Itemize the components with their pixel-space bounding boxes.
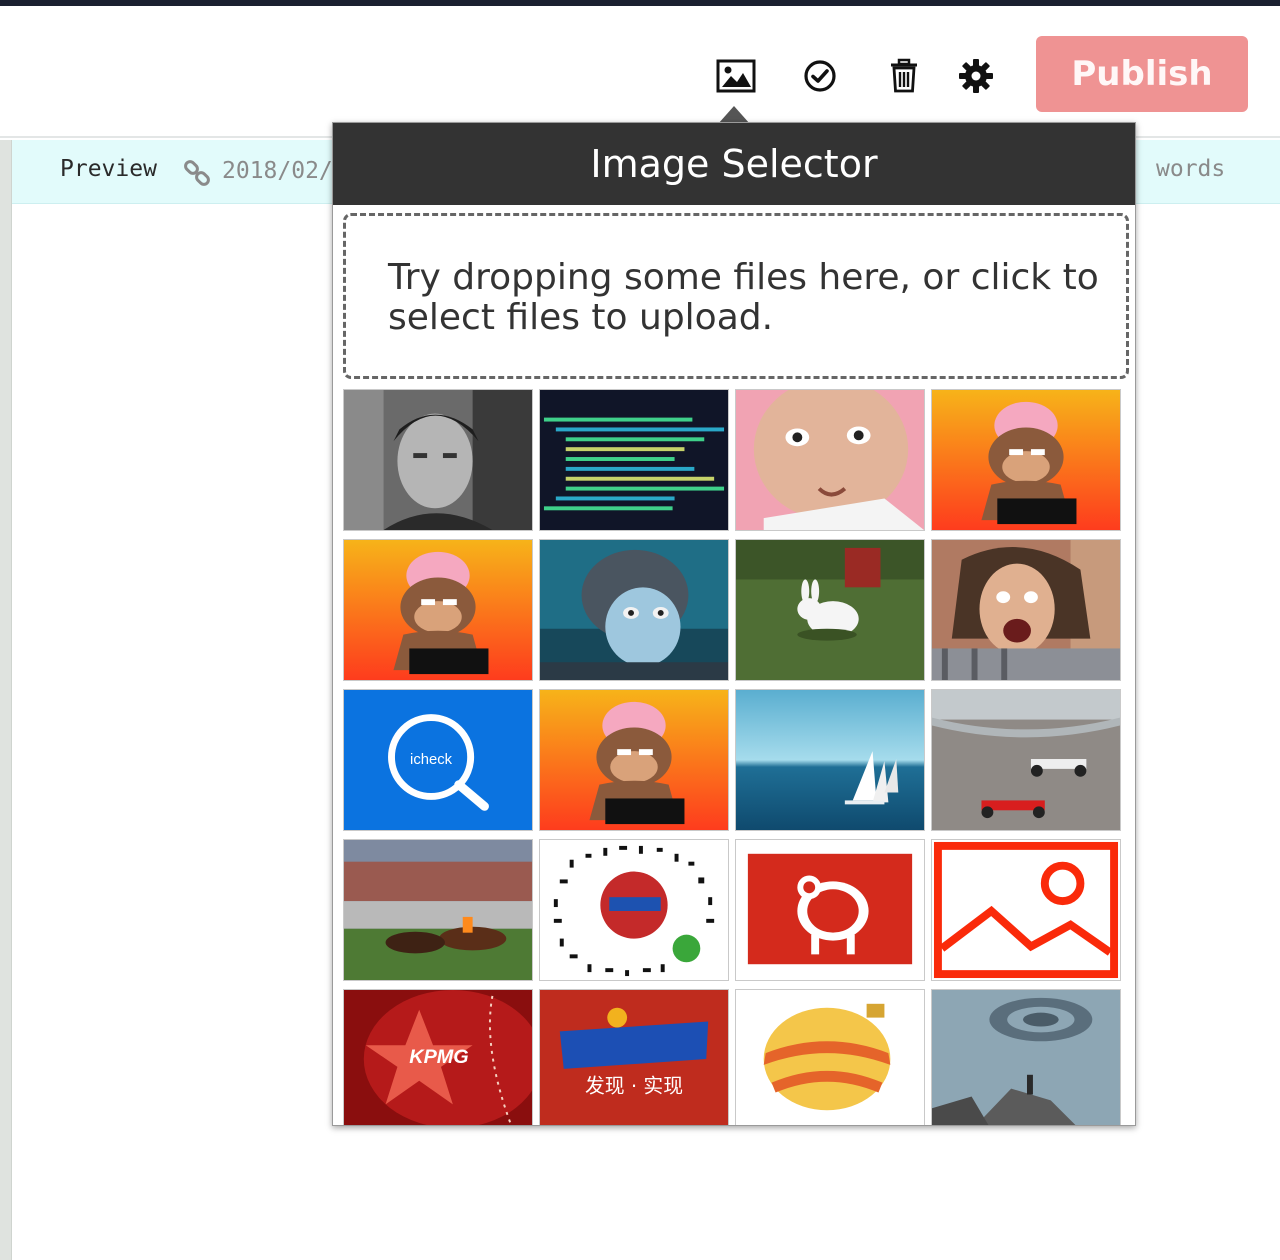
gear-icon[interactable] (956, 56, 996, 96)
link-icon (182, 158, 212, 188)
thumbnail-brain-monkey-1[interactable] (931, 389, 1121, 531)
toolbar: Publish (0, 6, 1280, 138)
thumbnail-face-pink[interactable] (735, 389, 925, 531)
thumbnail-monkey-king[interactable] (539, 539, 729, 681)
thumbnail-code-screenshot[interactable] (539, 389, 729, 531)
thumbnail-brain-monkey-2[interactable] (343, 539, 533, 681)
thumbnail-stralive-qr[interactable] (539, 839, 729, 981)
thumbnail-stralive-logo[interactable]: 发现 · 实现 (539, 989, 729, 1125)
thumbnail-horse-race[interactable] (343, 839, 533, 981)
thumbnail-papercut-sheep[interactable] (735, 839, 925, 981)
icheck-logo-text: icheck (410, 752, 453, 768)
word-count-label: words (1156, 156, 1226, 182)
thumbnail-shouting-man[interactable] (931, 539, 1121, 681)
popup-title: Image Selector (333, 123, 1135, 205)
permalink-text: 2018/02/ (222, 158, 333, 184)
editor-left-rail (0, 140, 12, 1260)
thumbnail-christmas-ornament[interactable] (735, 989, 925, 1125)
stralive-slogan-text: 发现 · 实现 (585, 1075, 683, 1098)
trash-icon[interactable] (884, 56, 924, 96)
thumbnail-rabbit[interactable] (735, 539, 925, 681)
image-icon[interactable] (716, 56, 756, 96)
thumbnail-bw-portrait[interactable] (343, 389, 533, 531)
image-selector-popup: Image Selector Try dropping some files h… (332, 122, 1136, 1126)
dropzone-text: Try dropping some files here, or click t… (388, 257, 1099, 338)
thumbnail-brain-monkey-3[interactable] (539, 689, 729, 831)
thumbnail-icheck[interactable]: icheck (343, 689, 533, 831)
file-dropzone[interactable]: Try dropping some files here, or click t… (343, 213, 1129, 379)
check-circle-icon[interactable] (800, 56, 840, 96)
thumbnail-sailboats[interactable] (735, 689, 925, 831)
thumbnail-image-placeholder[interactable] (931, 839, 1121, 981)
preview-link[interactable]: Preview (60, 156, 157, 182)
thumbnail-f1-cars[interactable] (931, 689, 1121, 831)
publish-button[interactable]: Publish (1036, 36, 1248, 112)
kpmg-logo-text: KPMG (409, 1046, 468, 1068)
thumbnail-kpmg-star[interactable]: KPMG (343, 989, 533, 1125)
thumbnail-fantasy-tornado[interactable] (931, 989, 1121, 1125)
